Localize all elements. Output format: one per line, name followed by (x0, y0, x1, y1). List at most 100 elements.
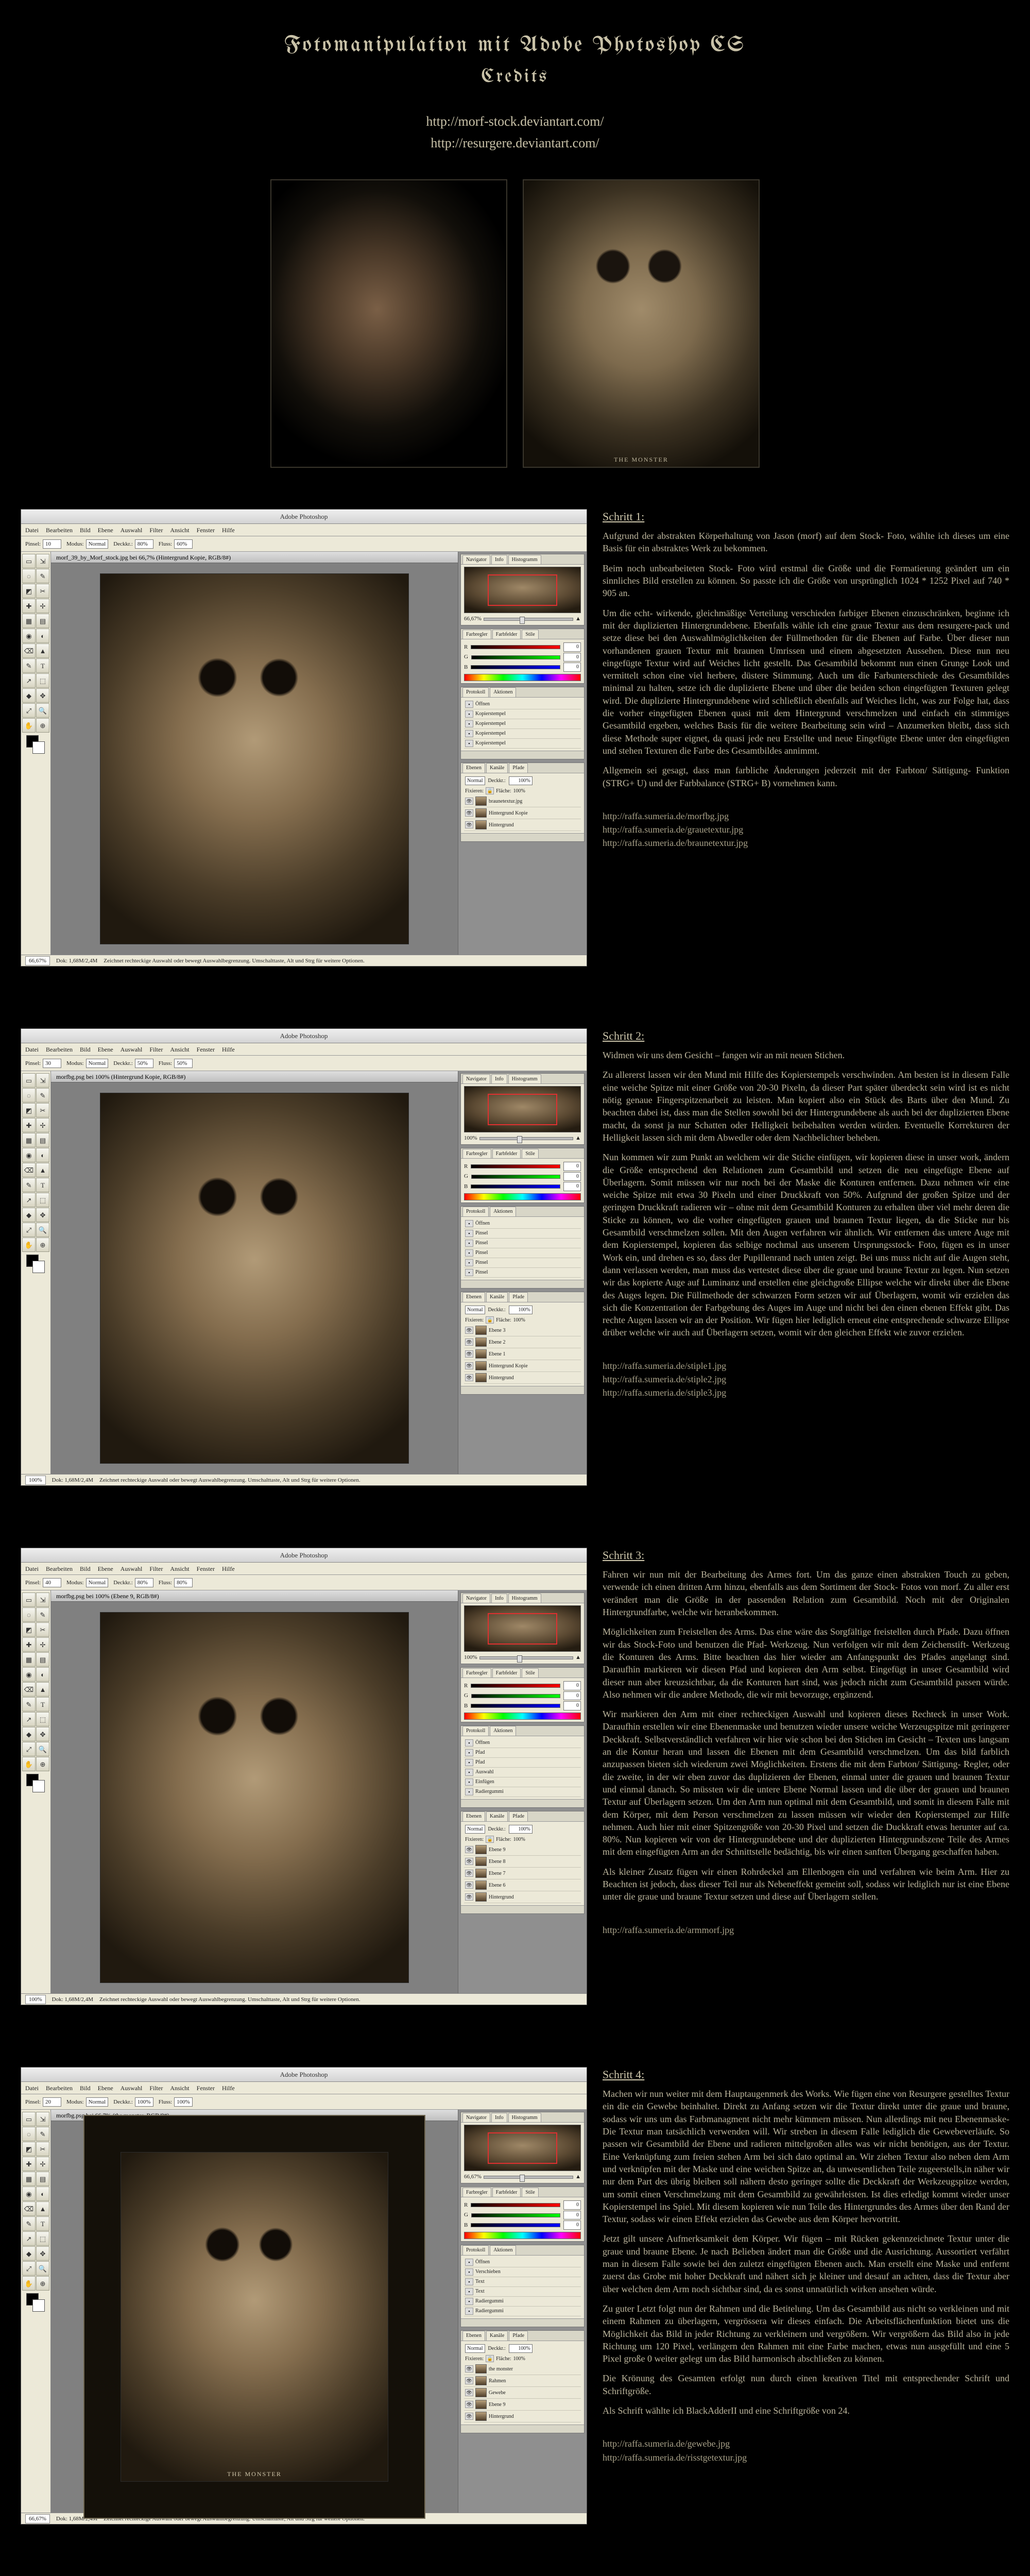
opacity-control[interactable]: Deckkr.:80% (113, 1578, 153, 1588)
tool-button-8[interactable]: ▦ (22, 1652, 36, 1667)
navigator-thumbnail[interactable] (464, 2125, 581, 2171)
tool-button-20[interactable]: ⤢ (22, 703, 36, 718)
tool-button-11[interactable]: ◐ (36, 2187, 49, 2201)
history-palette[interactable]: ProtokollAktionen ▪Öffnen▪Kopierstempel▪… (460, 687, 585, 759)
layer-row[interactable]: 👁Hintergrund (464, 1372, 581, 1384)
palette-tab[interactable]: Pfade (509, 1811, 528, 1821)
flow-control[interactable]: Fluss:50% (159, 1059, 193, 1069)
reference-link[interactable]: http://raffa.sumeria.de/armmorf.jpg (603, 1924, 1009, 1936)
menu-item-ebene[interactable]: Ebene (98, 1565, 113, 1573)
tool-button-6[interactable]: ✚ (22, 599, 36, 613)
color-slider-b[interactable]: B0 (464, 2221, 581, 2230)
eye-icon[interactable]: 👁 (465, 798, 473, 805)
history-state[interactable]: ▪Pfad (464, 1748, 581, 1758)
eye-icon[interactable]: 👁 (465, 809, 473, 817)
tool-button-4[interactable]: ◩ (22, 1103, 36, 1117)
reference-link[interactable]: http://raffa.sumeria.de/stiple3.jpg (603, 1386, 1009, 1399)
layer-row[interactable]: 👁Ebene 3 (464, 1325, 581, 1336)
history-state[interactable]: ▪Radiergummi (464, 2297, 581, 2307)
palette-tab[interactable]: Pfade (509, 763, 528, 773)
zoom-slider[interactable]: 100%▲ (464, 1654, 581, 1662)
history-state[interactable]: ▪Kopierstempel (464, 729, 581, 739)
palette-tab[interactable]: Farbregler (462, 2188, 491, 2197)
layer-thumbnail[interactable] (475, 1869, 487, 1878)
eye-icon[interactable]: 👁 (465, 1882, 473, 1889)
layer-fill[interactable]: 100% (513, 1317, 525, 1324)
zoom-in-icon[interactable]: ▲ (575, 1654, 581, 1662)
history-state[interactable]: ▪Pinsel (464, 1268, 581, 1278)
tool-button-8[interactable]: ▦ (22, 1133, 36, 1147)
tool-button-12[interactable]: ⌫ (22, 2201, 36, 2216)
layer-fill[interactable]: 100% (513, 788, 525, 795)
menu-item-filter[interactable]: Filter (149, 1565, 163, 1573)
menu-item-datei[interactable]: Datei (25, 2084, 39, 2092)
tool-button-10[interactable]: ◉ (22, 629, 36, 643)
tool-button-9[interactable]: ▤ (36, 2172, 49, 2186)
history-palette[interactable]: ProtokollAktionen ▪Öffnen▪Pfad▪Pfad▪Ausw… (460, 1725, 585, 1808)
blend-mode-select[interactable]: Normal (465, 1825, 485, 1834)
layer-thumbnail[interactable] (475, 1337, 487, 1347)
tool-button-2[interactable]: ◌ (22, 2127, 36, 2141)
palette-tab[interactable]: Stile (522, 630, 538, 639)
tool-button-16[interactable]: ↗ (22, 1193, 36, 1207)
tool-button-4[interactable]: ◩ (22, 584, 36, 598)
opacity-control[interactable]: Deckkr.:100% (113, 2097, 153, 2107)
menu-item-ansicht[interactable]: Ansicht (170, 2084, 189, 2092)
eye-icon[interactable]: 👁 (465, 1338, 473, 1346)
palette-tab[interactable]: Kanäle (486, 1811, 508, 1821)
palette-tab[interactable]: Farbfelder (492, 2188, 521, 2197)
color-slider-b[interactable]: B0 (464, 1182, 581, 1191)
lock-icon[interactable]: 🔒 (486, 1316, 494, 1324)
tool-button-18[interactable]: ◆ (22, 688, 36, 703)
palette-tab[interactable]: Farbfelder (492, 630, 521, 639)
history-state[interactable]: ▪Kopierstempel (464, 719, 581, 729)
history-state[interactable]: ▪Radiergummi (464, 2307, 581, 2316)
palette-tab[interactable]: Pfade (509, 1292, 528, 1302)
tool-button-5[interactable]: ✂ (36, 1103, 49, 1117)
eye-icon[interactable]: 👁 (465, 1374, 473, 1381)
palette-tab[interactable]: Histogramm (508, 1074, 541, 1084)
layer-row[interactable]: 👁Rahmen (464, 2375, 581, 2387)
color-slider-g[interactable]: G0 (464, 1172, 581, 1181)
menu-item-filter[interactable]: Filter (149, 526, 163, 534)
menu-item-bild[interactable]: Bild (80, 526, 91, 534)
palette-tab[interactable]: Protokoll (462, 1726, 489, 1736)
tool-button-2[interactable]: ◌ (22, 1607, 36, 1622)
zoom-slider[interactable]: 66,67%▲ (464, 615, 581, 623)
brush-size-control[interactable]: Pinsel:40 (25, 1578, 61, 1588)
tool-button-12[interactable]: ⌫ (22, 1682, 36, 1697)
tool-button-13[interactable]: ▲ (36, 1682, 49, 1697)
palette-tab[interactable]: Ebenen (462, 2331, 485, 2341)
menu-item-fenster[interactable]: Fenster (197, 526, 215, 534)
layer-fill[interactable]: 100% (513, 2355, 525, 2363)
document-tab[interactable]: morfbg.psg bei 100% (Ebene 9, RGB/8#) (51, 1590, 458, 1602)
zoom-in-icon[interactable]: ▲ (575, 615, 581, 623)
navigator-palette[interactable]: NavigatorInfoHistogramm 100%▲ (460, 1073, 585, 1145)
menu-item-ebene[interactable]: Ebene (98, 1045, 113, 1054)
layer-row[interactable]: 👁Ebene 6 (464, 1879, 581, 1891)
tool-button-9[interactable]: ▤ (36, 1133, 49, 1147)
tool-button-7[interactable]: ✢ (36, 1637, 49, 1652)
layer-opacity[interactable]: 100% (509, 1825, 533, 1834)
window-titlebar[interactable]: Adobe Photoshop (21, 510, 587, 524)
menu-item-ebene[interactable]: Ebene (98, 2084, 113, 2092)
tool-button-6[interactable]: ✚ (22, 2157, 36, 2171)
eye-icon[interactable]: 👁 (465, 821, 473, 828)
tool-button-19[interactable]: ✥ (36, 1208, 49, 1222)
tool-button-15[interactable]: T (36, 2216, 49, 2231)
tool-button-17[interactable]: ⬚ (36, 2231, 49, 2246)
window-titlebar[interactable]: Adobe Photoshop (21, 1548, 587, 1563)
navigator-thumbnail[interactable] (464, 1605, 581, 1652)
layer-thumbnail[interactable] (475, 1326, 487, 1335)
menu-item-bearbeiten[interactable]: Bearbeiten (46, 1565, 73, 1573)
layer-thumbnail[interactable] (475, 2400, 487, 2409)
color-slider-g[interactable]: G0 (464, 1691, 581, 1701)
color-palette[interactable]: FarbreglerFarbfelderStile R0 G0 B0 (460, 2187, 585, 2242)
canvas-area[interactable] (51, 563, 458, 955)
history-state[interactable]: ▪Pinsel (464, 1248, 581, 1258)
menu-item-fenster[interactable]: Fenster (197, 1565, 215, 1573)
brush-size-control[interactable]: Pinsel:30 (25, 1059, 61, 1069)
tool-button-11[interactable]: ◐ (36, 629, 49, 643)
tool-button-0[interactable]: ▭ (22, 1592, 36, 1607)
tool-button-2[interactable]: ◌ (22, 1088, 36, 1103)
